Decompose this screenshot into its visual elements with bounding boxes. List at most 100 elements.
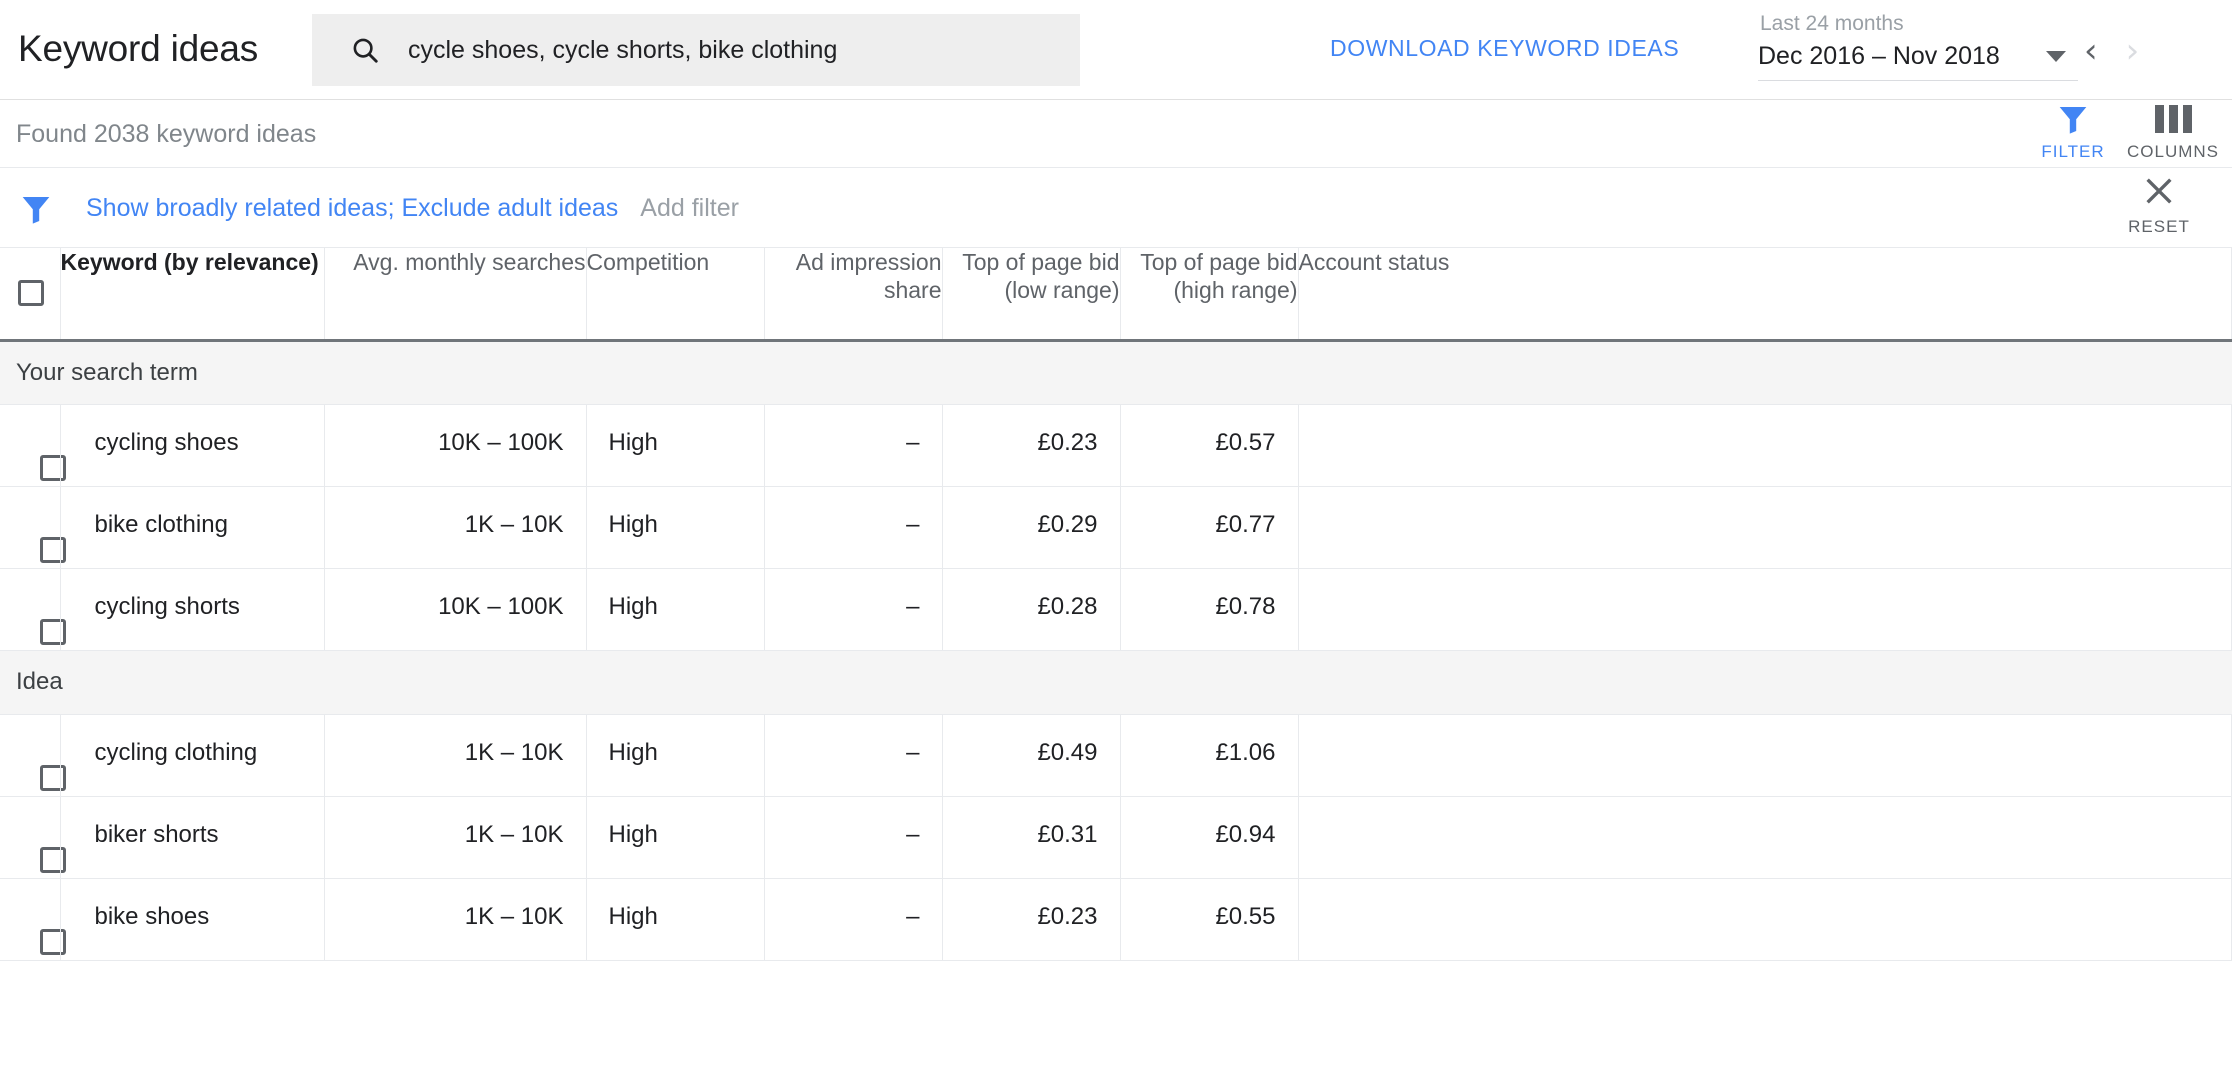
section-label: Your search term xyxy=(0,340,2232,405)
close-icon xyxy=(2104,174,2214,213)
previous-period-icon[interactable]: ‹ xyxy=(2084,34,2098,68)
table-row[interactable]: cycling shorts 10K – 100K High – £0.28 £… xyxy=(0,568,2232,651)
add-filter-button[interactable]: Add filter xyxy=(640,194,739,223)
chevron-down-icon[interactable] xyxy=(2046,51,2066,62)
cell-top-of-page-bid-low: £0.23 xyxy=(942,878,1121,961)
filter-chip-text[interactable]: Show broadly related ideas; Exclude adul… xyxy=(86,194,618,223)
row-select-cell xyxy=(0,486,66,569)
column-header-account-status[interactable]: Account status xyxy=(1298,248,2232,340)
keyword-text: bike shoes xyxy=(94,902,210,930)
table-header: Keyword (by relevance) Avg. monthly sear… xyxy=(0,248,2232,340)
date-range-selector[interactable]: Last 24 months Dec 2016 – Nov 2018 xyxy=(1758,12,2088,81)
search-input[interactable]: cycle shoes, cycle shorts, bike clothing xyxy=(408,36,837,65)
download-keyword-ideas-button[interactable]: DOWNLOAD KEYWORD IDEAS xyxy=(1330,35,1679,62)
column-header-top-of-page-bid-low[interactable]: Top of page bid (low range) xyxy=(942,248,1121,340)
table-body: Your search term cycling shoes 10K – 100… xyxy=(0,340,2232,961)
row-select-cell xyxy=(0,404,66,487)
close-icon-glyph xyxy=(2146,178,2172,204)
cell-avg-monthly-searches: 1K – 10K xyxy=(324,796,587,879)
column-header-avg-monthly-searches[interactable]: Avg. monthly searches xyxy=(324,248,587,340)
keyword-text: biker shorts xyxy=(94,820,219,848)
search-box[interactable]: cycle shoes, cycle shorts, bike clothing xyxy=(312,14,1080,86)
cell-account-status xyxy=(1298,568,2232,651)
keyword-text: cycling shorts xyxy=(94,592,240,620)
column-header-competition[interactable]: Competition xyxy=(586,248,765,340)
cell-competition: High xyxy=(586,796,765,879)
filter-bar: Show broadly related ideas; Exclude adul… xyxy=(0,168,2232,248)
row-select-cell xyxy=(0,878,66,961)
select-all-checkbox[interactable] xyxy=(18,280,44,306)
cell-top-of-page-bid-high: £0.77 xyxy=(1120,486,1299,569)
cell-top-of-page-bid-high: £0.57 xyxy=(1120,404,1299,487)
table-row[interactable]: bike clothing 1K – 10K High – £0.29 £0.7… xyxy=(0,486,2232,569)
date-range-value-row[interactable]: Dec 2016 – Nov 2018 xyxy=(1758,42,2078,81)
cell-top-of-page-bid-high: £1.06 xyxy=(1120,714,1299,797)
select-all-header-cell xyxy=(0,248,61,340)
column-header-keyword[interactable]: Keyword (by relevance) xyxy=(60,248,325,340)
keyword-text: cycling clothing xyxy=(94,738,258,766)
cell-competition: High xyxy=(586,878,765,961)
cell-competition: High xyxy=(586,568,765,651)
cell-top-of-page-bid-high: £0.78 xyxy=(1120,568,1299,651)
cell-top-of-page-bid-high: £0.55 xyxy=(1120,878,1299,961)
columns-button-label: COLUMNS xyxy=(2126,142,2219,161)
filter-button[interactable]: FILTER xyxy=(2018,100,2128,162)
cell-top-of-page-bid-high: £0.94 xyxy=(1120,796,1299,879)
section-label: Idea xyxy=(0,650,2232,715)
cell-top-of-page-bid-low: £0.49 xyxy=(942,714,1121,797)
funnel-icon-glyph xyxy=(22,197,50,224)
date-nav-arrows: ‹ › xyxy=(2084,34,2139,68)
cell-avg-monthly-searches: 1K – 10K xyxy=(324,714,587,797)
cell-keyword[interactable]: cycling shoes xyxy=(60,404,325,487)
column-header-top-of-page-bid-high[interactable]: Top of page bid (high range) xyxy=(1120,248,1299,340)
table-row[interactable]: cycling shoes 10K – 100K High – £0.23 £0… xyxy=(0,404,2232,487)
cell-avg-monthly-searches: 1K – 10K xyxy=(324,878,587,961)
row-select-cell xyxy=(0,714,66,797)
cell-competition: High xyxy=(586,404,765,487)
cell-top-of-page-bid-low: £0.23 xyxy=(942,404,1121,487)
columns-icon-glyph xyxy=(2154,105,2192,133)
funnel-icon xyxy=(2018,102,2128,136)
table-section-header: Idea xyxy=(0,650,2232,715)
filter-button-label: FILTER xyxy=(2041,142,2105,161)
cell-avg-monthly-searches: 1K – 10K xyxy=(324,486,587,569)
cell-account-status xyxy=(1298,404,2232,487)
table-row[interactable]: bike shoes 1K – 10K High – £0.23 £0.55 xyxy=(0,878,2232,961)
cell-account-status xyxy=(1298,714,2232,797)
cell-keyword[interactable]: cycling clothing xyxy=(60,714,325,797)
active-filters: Show broadly related ideas; Exclude adul… xyxy=(86,194,739,223)
cell-competition: High xyxy=(586,714,765,797)
row-select-cell xyxy=(0,796,66,879)
table-row[interactable]: cycling clothing 1K – 10K High – £0.49 £… xyxy=(0,714,2232,797)
funnel-icon xyxy=(20,194,52,229)
cell-avg-monthly-searches: 10K – 100K xyxy=(324,568,587,651)
columns-button[interactable]: COLUMNS xyxy=(2118,100,2228,162)
cell-account-status xyxy=(1298,878,2232,961)
cell-avg-monthly-searches: 10K – 100K xyxy=(324,404,587,487)
row-select-cell xyxy=(0,568,66,651)
cell-ad-impression-share: – xyxy=(764,796,943,879)
cell-competition: High xyxy=(586,486,765,569)
reset-button-label: RESET xyxy=(2128,217,2190,236)
cell-ad-impression-share: – xyxy=(764,568,943,651)
cell-keyword[interactable]: bike shoes xyxy=(60,878,325,961)
cell-account-status xyxy=(1298,796,2232,879)
reset-button[interactable]: RESET xyxy=(2104,174,2214,237)
table-header-row: Keyword (by relevance) Avg. monthly sear… xyxy=(0,248,2232,340)
keyword-ideas-table: Keyword (by relevance) Avg. monthly sear… xyxy=(0,248,2232,961)
cell-top-of-page-bid-low: £0.28 xyxy=(942,568,1121,651)
date-range-value: Dec 2016 – Nov 2018 xyxy=(1758,42,2000,70)
date-range-preset-label: Last 24 months xyxy=(1760,12,1904,35)
cell-keyword[interactable]: bike clothing xyxy=(60,486,325,569)
cell-keyword[interactable]: cycling shorts xyxy=(60,568,325,651)
page-title: Keyword ideas xyxy=(18,28,259,69)
keyword-text: cycling shoes xyxy=(94,428,239,456)
search-icon xyxy=(353,38,378,63)
cell-keyword[interactable]: biker shorts xyxy=(60,796,325,879)
table-row[interactable]: biker shorts 1K – 10K High – £0.31 £0.94 xyxy=(0,796,2232,879)
next-period-icon[interactable]: › xyxy=(2126,34,2140,68)
cell-ad-impression-share: – xyxy=(764,486,943,569)
cell-ad-impression-share: – xyxy=(764,714,943,797)
found-count-text: Found 2038 keyword ideas xyxy=(16,120,317,148)
column-header-ad-impression-share[interactable]: Ad impression share xyxy=(764,248,943,340)
